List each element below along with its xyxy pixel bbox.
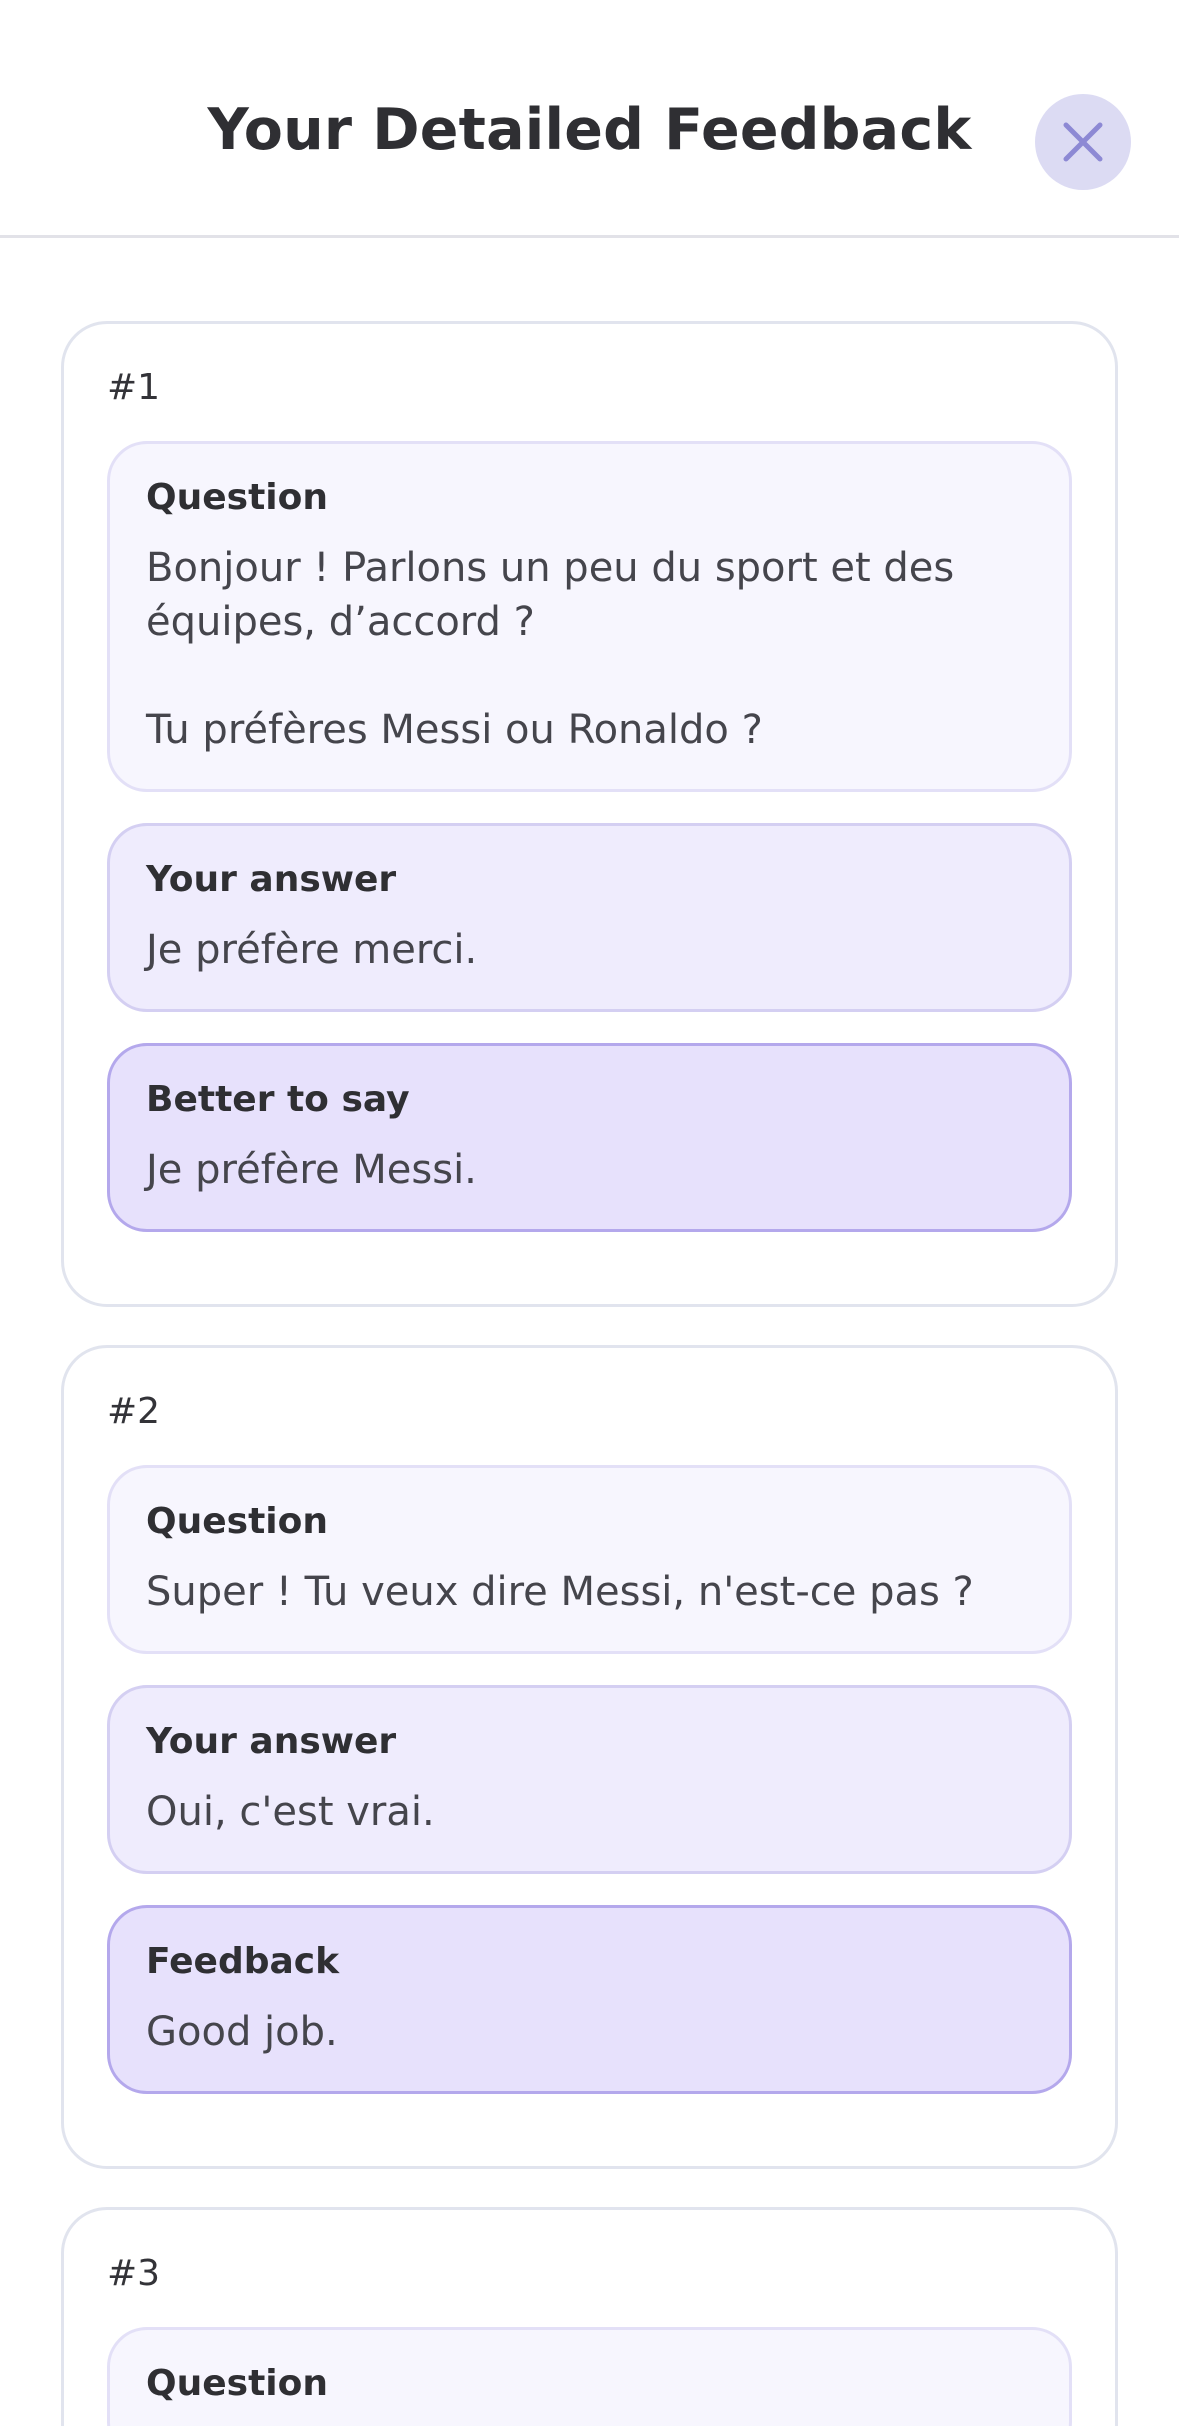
question-label: Question [146,476,328,518]
answer-label: Your answer [146,858,397,900]
feedback-box: Feedback Good job. [107,1905,1072,2095]
question-box: Question [107,2326,1072,2426]
question-label: Question [146,2362,328,2404]
answer-box: Your answer Je préfère merci. [107,822,1072,1012]
question-box: Question Bonjour ! Parlons un peu du spo… [107,440,1072,792]
answer-box: Your answer Oui, c'est vrai. [107,1684,1072,1875]
feedback-list: #1 Question Bonjour ! Parlons un peu du … [0,238,1179,2426]
answer-text: Oui, c'est vrai. [146,1789,435,1836]
question-label: Question [146,1500,328,1542]
question-text: Super ! Tu veux dire Messi, n'est-ce pas… [146,1568,974,1615]
question-text: Bonjour ! Parlons un peu du sport et des… [146,544,955,753]
close-button[interactable] [1035,94,1131,190]
question-box: Question Super ! Tu veux dire Messi, n'e… [107,1464,1072,1654]
feedback-card: #2 Question Super ! Tu veux dire Messi, … [61,1345,1118,2170]
better-to-say-text: Je préfère Messi. [146,1147,477,1194]
card-number: #3 [107,2253,161,2295]
close-icon [1063,122,1103,162]
answer-label: Your answer [146,1720,397,1762]
better-to-say-label: Better to say [146,1078,410,1120]
page-title: Your Detailed Feedback [207,97,972,163]
card-number: #2 [107,1391,161,1433]
feedback-card: #3 Question [61,2207,1118,2426]
card-number: #1 [107,367,161,408]
feedback-card: #1 Question Bonjour ! Parlons un peu du … [61,321,1118,1308]
better-to-say-box: Better to say Je préfère Messi. [107,1042,1072,1233]
feedback-label: Feedback [146,1941,340,1983]
answer-text: Je préfère merci. [146,926,478,973]
header: Your Detailed Feedback [0,0,1179,238]
feedback-text: Good job. [146,2009,338,2056]
